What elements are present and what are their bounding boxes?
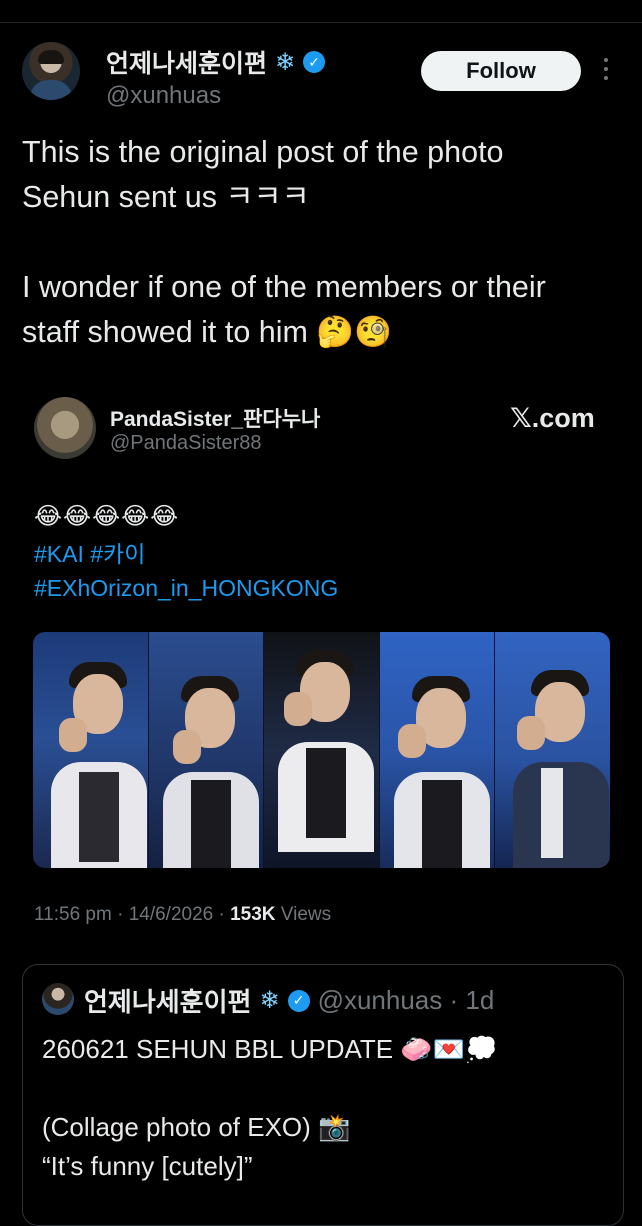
- photo-panel-1: [33, 632, 149, 868]
- quote-avatar[interactable]: [42, 983, 74, 1015]
- collage-photo[interactable]: [33, 632, 610, 868]
- quoted-display-name[interactable]: PandaSister_판다누나: [110, 403, 320, 433]
- photo-panel-2: [148, 632, 265, 868]
- verified-badge-icon: ✓: [287, 989, 310, 1012]
- divider: [0, 22, 642, 23]
- quoted-emojis: 😂😂😂😂😂: [34, 503, 180, 530]
- avatar-suit: [30, 80, 72, 100]
- photo-panel-3: [264, 632, 380, 868]
- timestamp-text: 11:56 pm · 14/6/2026 ·: [34, 904, 231, 925]
- quote-header: 언제나세훈이편 ❄ ✓ @xunhuas · 1d: [84, 982, 494, 1019]
- photo-panel-4: [379, 632, 496, 868]
- x-logo-source[interactable]: 𝕏.com: [510, 403, 595, 434]
- snowflake-icon: ❄: [259, 987, 280, 1014]
- quote-display-name[interactable]: 언제나세훈이편: [84, 982, 251, 1019]
- views-count: 153K: [230, 904, 276, 925]
- avatar-hair: [38, 50, 64, 64]
- display-name[interactable]: 언제나세훈이편: [106, 44, 267, 80]
- photo-panel-5: [495, 632, 610, 868]
- verified-badge-icon: ✓: [303, 51, 326, 73]
- quoted-hashtags[interactable]: #KAI #카이 #EXhOrizon_in_HONGKONG: [34, 537, 338, 605]
- views-label: Views: [275, 904, 332, 925]
- profile-avatar[interactable]: [22, 42, 80, 100]
- quoted-avatar[interactable]: [34, 397, 96, 459]
- quoted-handle[interactable]: @PandaSister88: [110, 432, 262, 455]
- user-handle[interactable]: @xunhuas: [106, 82, 221, 110]
- post-timestamp[interactable]: 11:56 pm · 14/6/2026 · 153K Views: [34, 904, 331, 926]
- post-text: This is the original post of the photo S…: [22, 135, 546, 349]
- more-options-icon[interactable]: [600, 58, 612, 88]
- snowflake-icon: ❄: [275, 48, 296, 76]
- follow-button[interactable]: Follow: [421, 51, 581, 91]
- quote-handle-time[interactable]: @xunhuas · 1d: [318, 985, 495, 1016]
- quote-text: 260621 SEHUN BBL UPDATE 🧼💌💭 (Collage pho…: [42, 1034, 498, 1181]
- display-name-row[interactable]: 언제나세훈이편 ❄ ✓: [106, 44, 326, 80]
